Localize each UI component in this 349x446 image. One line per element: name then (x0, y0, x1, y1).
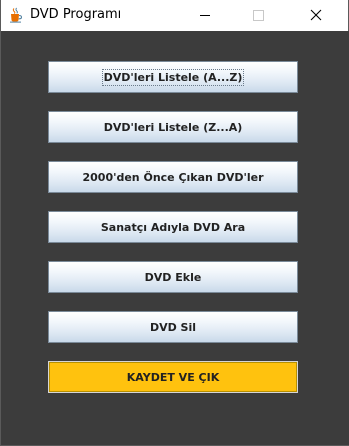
minimize-button[interactable] (182, 0, 228, 31)
list-a-z-button[interactable]: DVD'leri Listele (A...Z) (48, 61, 298, 93)
before-2000-button[interactable]: 2000'den Önce Çıkan DVD'ler (48, 161, 298, 193)
add-dvd-button[interactable]: DVD Ekle (48, 261, 298, 293)
maximize-icon (253, 10, 264, 21)
save-and-exit-label: KAYDET VE ÇIK (126, 370, 220, 384)
delete-dvd-button[interactable]: DVD Sil (48, 311, 298, 343)
minimize-icon (200, 15, 210, 16)
main-panel: DVD'leri Listele (A...Z) DVD'leri Listel… (2, 31, 349, 445)
window-title: DVD Programı (30, 7, 122, 22)
list-z-a-button[interactable]: DVD'leri Listele (Z...A) (48, 111, 298, 143)
title-bar[interactable]: DVD Programı (1, 0, 348, 31)
close-button[interactable] (293, 0, 339, 31)
delete-dvd-label: DVD Sil (149, 320, 197, 334)
close-icon (310, 9, 322, 21)
save-and-exit-button[interactable]: KAYDET VE ÇIK (48, 361, 298, 393)
search-by-artist-button[interactable]: Sanatçı Adıyla DVD Ara (48, 211, 298, 243)
search-by-artist-label: Sanatçı Adıyla DVD Ara (100, 220, 246, 234)
application-window: DVD Programı DVD'leri Listele (A...Z) DV… (0, 0, 349, 446)
list-z-a-label: DVD'leri Listele (Z...A) (103, 120, 243, 134)
list-a-z-label: DVD'leri Listele (A...Z) (101, 68, 245, 86)
java-cup-icon (8, 7, 24, 23)
maximize-button[interactable] (235, 0, 281, 31)
add-dvd-label: DVD Ekle (144, 270, 202, 284)
before-2000-label: 2000'den Önce Çıkan DVD'ler (82, 170, 264, 184)
